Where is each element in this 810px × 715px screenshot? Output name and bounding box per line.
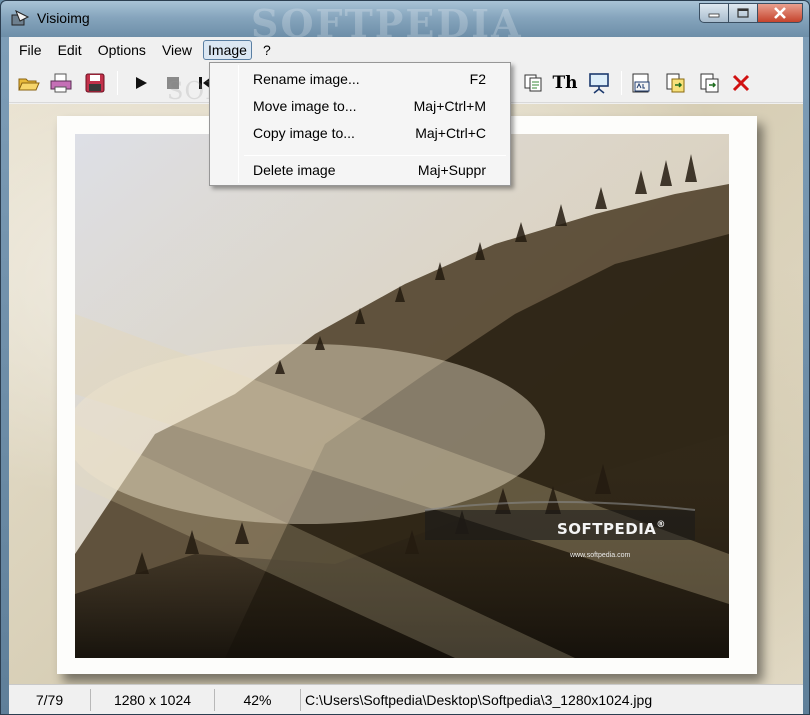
menu-help[interactable]: ? xyxy=(255,40,279,60)
move-button[interactable] xyxy=(661,69,689,97)
maximize-icon xyxy=(737,8,749,18)
rename-image-icon xyxy=(632,73,650,93)
fullscreen-button[interactable] xyxy=(585,69,613,97)
save-button[interactable] xyxy=(81,69,109,97)
menu-view[interactable]: View xyxy=(154,40,200,60)
title-bar[interactable]: Visioimg SOFTPEDIA xyxy=(1,1,809,46)
delete-x-icon xyxy=(732,74,750,92)
save-disk-icon xyxy=(85,73,105,93)
menubar: File Edit Options View Image ? xyxy=(9,37,803,63)
menu-delete-image[interactable]: Delete image Maj+Suppr xyxy=(212,158,508,182)
status-image-index: 7/79 xyxy=(9,688,91,711)
menu-rename-image[interactable]: Rename image... F2 xyxy=(212,67,508,91)
play-icon xyxy=(136,77,147,89)
close-icon xyxy=(774,7,786,19)
status-zoom: 42% xyxy=(215,688,301,711)
menu-copy-image[interactable]: Copy image to... Maj+Ctrl+C xyxy=(212,121,508,145)
print-button[interactable] xyxy=(47,69,75,97)
app-icon xyxy=(11,9,30,26)
menu-image[interactable]: Image xyxy=(203,40,252,60)
printer-icon xyxy=(50,73,72,93)
displayed-image[interactable]: SOFTPEDIA® www.softpedia.com xyxy=(75,134,729,658)
copy-pages-icon xyxy=(524,74,542,92)
copy-to-button[interactable] xyxy=(695,69,723,97)
toolbar-separator xyxy=(117,71,118,95)
delete-button[interactable] xyxy=(727,69,755,97)
menu-move-image[interactable]: Move image to... Maj+Ctrl+M xyxy=(212,94,508,118)
move-image-icon xyxy=(666,73,685,93)
photo-watermark-logo: SOFTPEDIA® xyxy=(557,520,666,538)
forest-landscape-image xyxy=(75,134,729,658)
close-button[interactable] xyxy=(757,3,803,23)
window-title: Visioimg xyxy=(37,10,90,26)
minimize-icon xyxy=(708,13,720,18)
rename-button[interactable] xyxy=(627,69,655,97)
image-menu-dropdown: Rename image... F2 Move image to... Maj+… xyxy=(209,62,511,186)
toolbar-separator xyxy=(621,71,622,95)
photo-frame: SOFTPEDIA® www.softpedia.com xyxy=(57,116,757,674)
thumbnails-button[interactable]: Th xyxy=(551,69,579,97)
thumbnails-label: Th xyxy=(552,73,578,93)
presentation-screen-icon xyxy=(589,73,609,94)
menu-file[interactable]: File xyxy=(11,40,50,60)
registered-mark: ® xyxy=(656,520,666,530)
status-dimensions: 1280 x 1024 xyxy=(91,688,215,711)
copy-button[interactable] xyxy=(519,69,547,97)
status-file-path: C:\Users\Softpedia\Desktop\Softpedia\3_1… xyxy=(305,691,653,708)
menu-options[interactable]: Options xyxy=(90,40,154,60)
open-button[interactable] xyxy=(15,69,43,97)
minimize-button[interactable] xyxy=(699,3,729,23)
copy-image-icon xyxy=(700,73,719,93)
play-slideshow-button[interactable] xyxy=(127,69,155,97)
image-viewer[interactable]: SOFTPEDIA® www.softpedia.com xyxy=(9,104,803,684)
app-window: Visioimg SOFTPEDIA File Edit Options Vie… xyxy=(0,0,810,715)
open-folder-icon xyxy=(18,78,40,91)
menu-edit[interactable]: Edit xyxy=(50,40,90,60)
status-bar: 7/79 1280 x 1024 42% C:\Users\Softpedia\… xyxy=(9,684,803,714)
menu-separator xyxy=(244,155,506,156)
photo-watermark-url: www.softpedia.com xyxy=(570,552,631,559)
maximize-button[interactable] xyxy=(728,3,758,23)
